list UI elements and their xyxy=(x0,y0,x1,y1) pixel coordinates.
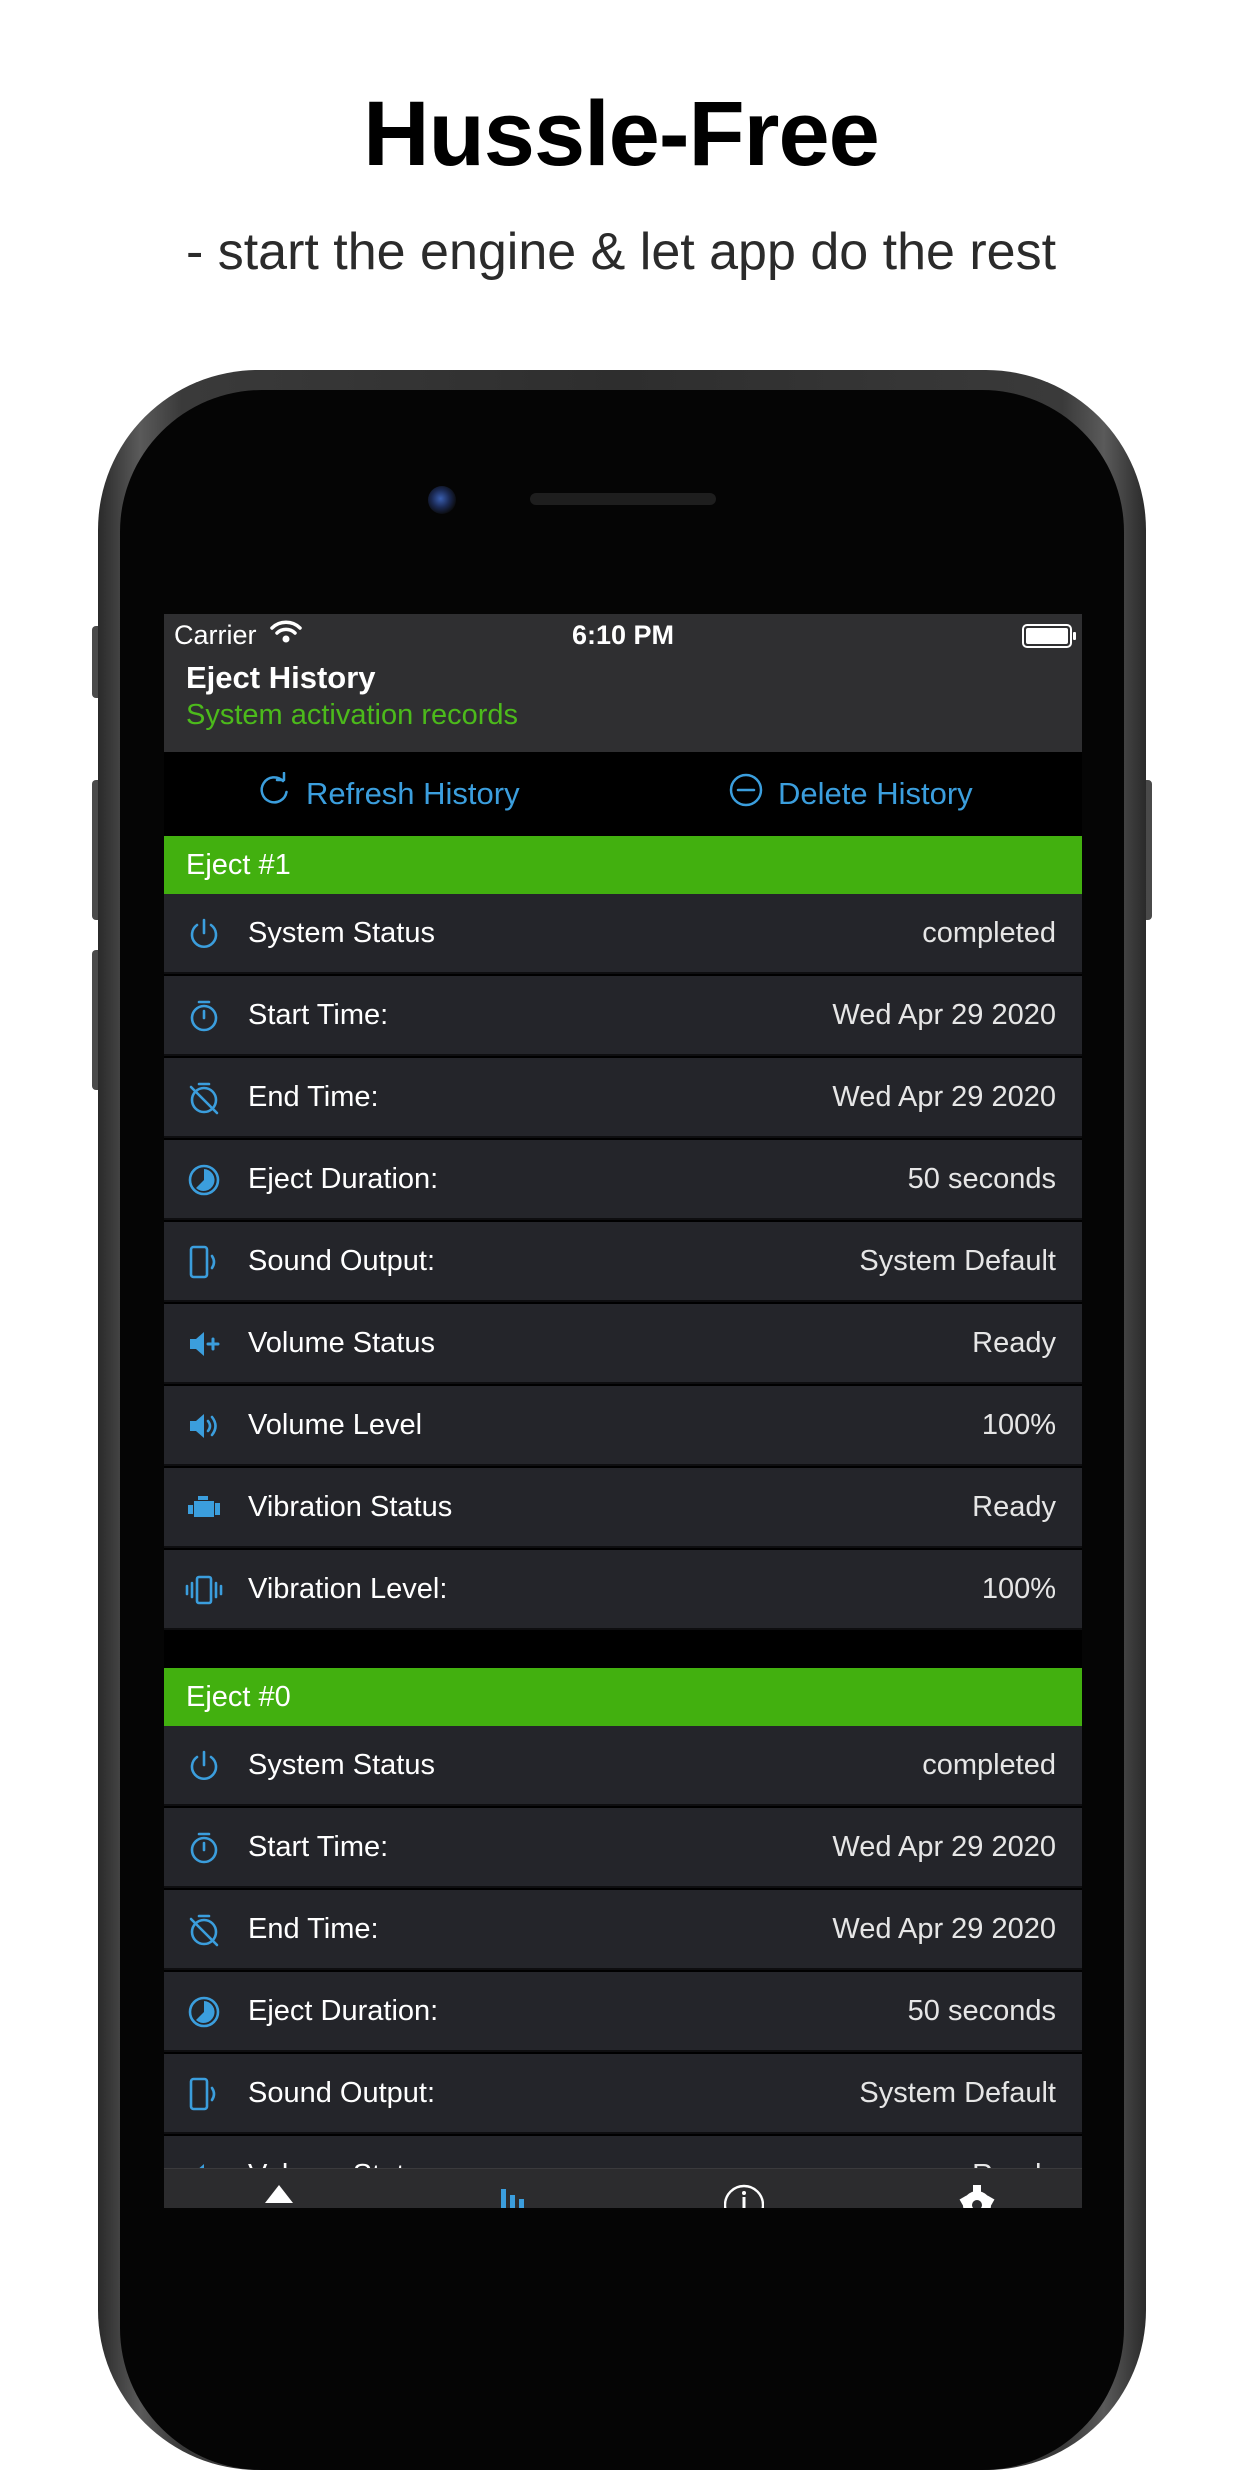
row-label: Volume Status xyxy=(248,1327,435,1359)
section-separator xyxy=(164,1632,1082,1668)
tab-home[interactable] xyxy=(254,2181,304,2208)
list-item-system-status[interactable]: System Status completed xyxy=(164,894,1082,974)
tab-info[interactable] xyxy=(719,2181,769,2208)
section-header-eject-1: Eject #1 xyxy=(164,836,1082,894)
row-label: Eject Duration: xyxy=(248,1163,439,1195)
row-label: Vibration Level: xyxy=(248,1573,448,1605)
row-value: completed xyxy=(922,917,1056,949)
row-value: Ready xyxy=(972,1327,1056,1359)
list-item-start-time[interactable]: Start Time: Wed Apr 29 2020 xyxy=(164,976,1082,1056)
list-item-vibration-status[interactable]: Vibration Status Ready xyxy=(164,1468,1082,1548)
navigation-bar: Carrier 6:10 PM Eject History System act… xyxy=(164,614,1082,752)
settings-icon xyxy=(957,2181,997,2208)
action-bar: Refresh History Delete History xyxy=(164,754,1082,834)
row-label: Sound Output: xyxy=(248,2077,436,2109)
stopwatch-icon xyxy=(184,996,224,1036)
app-screen: Carrier 6:10 PM Eject History System act… xyxy=(164,614,1082,2208)
info-icon xyxy=(723,2181,765,2208)
list-item-eject-duration[interactable]: Eject Duration: 50 seconds xyxy=(164,1972,1082,2052)
phone-sound-icon xyxy=(184,2074,224,2114)
clock-pie-icon xyxy=(184,1992,224,2032)
status-time: 6:10 PM xyxy=(571,620,675,650)
volume-high-icon xyxy=(184,1406,224,1446)
row-value: System Default xyxy=(859,2077,1056,2109)
tab-settings[interactable] xyxy=(952,2181,1002,2208)
page-subtitle: System activation records xyxy=(186,699,519,731)
row-value: Wed Apr 29 2020 xyxy=(832,1081,1056,1113)
list-item-system-status[interactable]: System Status completed xyxy=(164,1726,1082,1806)
row-label: Volume Level xyxy=(248,1409,423,1441)
refresh-history-label: Refresh History xyxy=(306,776,520,811)
row-label: Start Time: xyxy=(248,1831,389,1863)
engine-icon xyxy=(184,1488,224,1528)
home-icon xyxy=(259,2181,299,2208)
clock-pie-icon xyxy=(184,1160,224,1200)
status-bar: Carrier 6:10 PM xyxy=(164,614,1082,664)
row-value: Wed Apr 29 2020 xyxy=(832,1831,1056,1863)
list-item-vibration-level[interactable]: Vibration Level: 100% xyxy=(164,1550,1082,1630)
battery-icon xyxy=(1022,624,1076,648)
phone-sound-icon xyxy=(184,1242,224,1282)
power-icon xyxy=(184,914,224,954)
stopwatch-off-icon xyxy=(184,1078,224,1118)
row-label: Sound Output: xyxy=(248,1245,436,1277)
page-title: Eject History xyxy=(186,660,376,695)
row-value: Wed Apr 29 2020 xyxy=(832,1913,1056,1945)
tab-stats[interactable] xyxy=(487,2181,537,2208)
stopwatch-icon xyxy=(184,1828,224,1868)
delete-history-label: Delete History xyxy=(778,776,973,811)
list-item-end-time[interactable]: End Time: Wed Apr 29 2020 xyxy=(164,1058,1082,1138)
list-item-eject-duration[interactable]: Eject Duration: 50 seconds xyxy=(164,1140,1082,1220)
row-value: 100% xyxy=(981,1573,1056,1605)
delete-history-button[interactable]: Delete History xyxy=(728,764,973,824)
row-value: completed xyxy=(922,1749,1056,1781)
refresh-icon xyxy=(256,771,306,816)
minus-circle-icon xyxy=(728,772,778,816)
promo-subline: - start the engine & let app do the rest xyxy=(185,223,1057,281)
power-icon xyxy=(184,1746,224,1786)
stats-icon xyxy=(492,2181,532,2208)
row-label: Eject Duration: xyxy=(248,1995,439,2027)
row-value: 50 seconds xyxy=(907,1995,1056,2027)
row-value: 100% xyxy=(981,1409,1056,1441)
vibrate-icon xyxy=(184,1570,224,1610)
row-label: Vibration Status xyxy=(248,1491,453,1523)
row-label: End Time: xyxy=(248,1913,379,1945)
row-label: System Status xyxy=(248,917,435,949)
row-label: Start Time: xyxy=(248,999,389,1031)
list-item-sound-output[interactable]: Sound Output: System Default xyxy=(164,1222,1082,1302)
list-item-volume-status[interactable]: Volume Status Ready xyxy=(164,1304,1082,1384)
list-item-volume-level[interactable]: Volume Level 100% xyxy=(164,1386,1082,1466)
row-value: Wed Apr 29 2020 xyxy=(832,999,1056,1031)
stopwatch-off-icon xyxy=(184,1910,224,1950)
row-value: 50 seconds xyxy=(907,1163,1056,1195)
row-label: End Time: xyxy=(248,1081,379,1113)
list-item-end-time[interactable]: End Time: Wed Apr 29 2020 xyxy=(164,1890,1082,1970)
tab-bar xyxy=(164,2168,1082,2208)
list-item-sound-output[interactable]: Sound Output: System Default xyxy=(164,2054,1082,2134)
row-value: Ready xyxy=(972,1491,1056,1523)
volume-plus-icon xyxy=(184,1324,224,1364)
promo-headline: Hussle-Free xyxy=(363,83,880,185)
refresh-history-button[interactable]: Refresh History xyxy=(256,764,520,824)
earpiece-speaker xyxy=(530,493,716,505)
row-label: System Status xyxy=(248,1749,435,1781)
row-value: System Default xyxy=(859,1245,1056,1277)
section-header-eject-0: Eject #0 xyxy=(164,1668,1082,1726)
front-camera xyxy=(428,486,456,514)
list-item-start-time[interactable]: Start Time: Wed Apr 29 2020 xyxy=(164,1808,1082,1888)
